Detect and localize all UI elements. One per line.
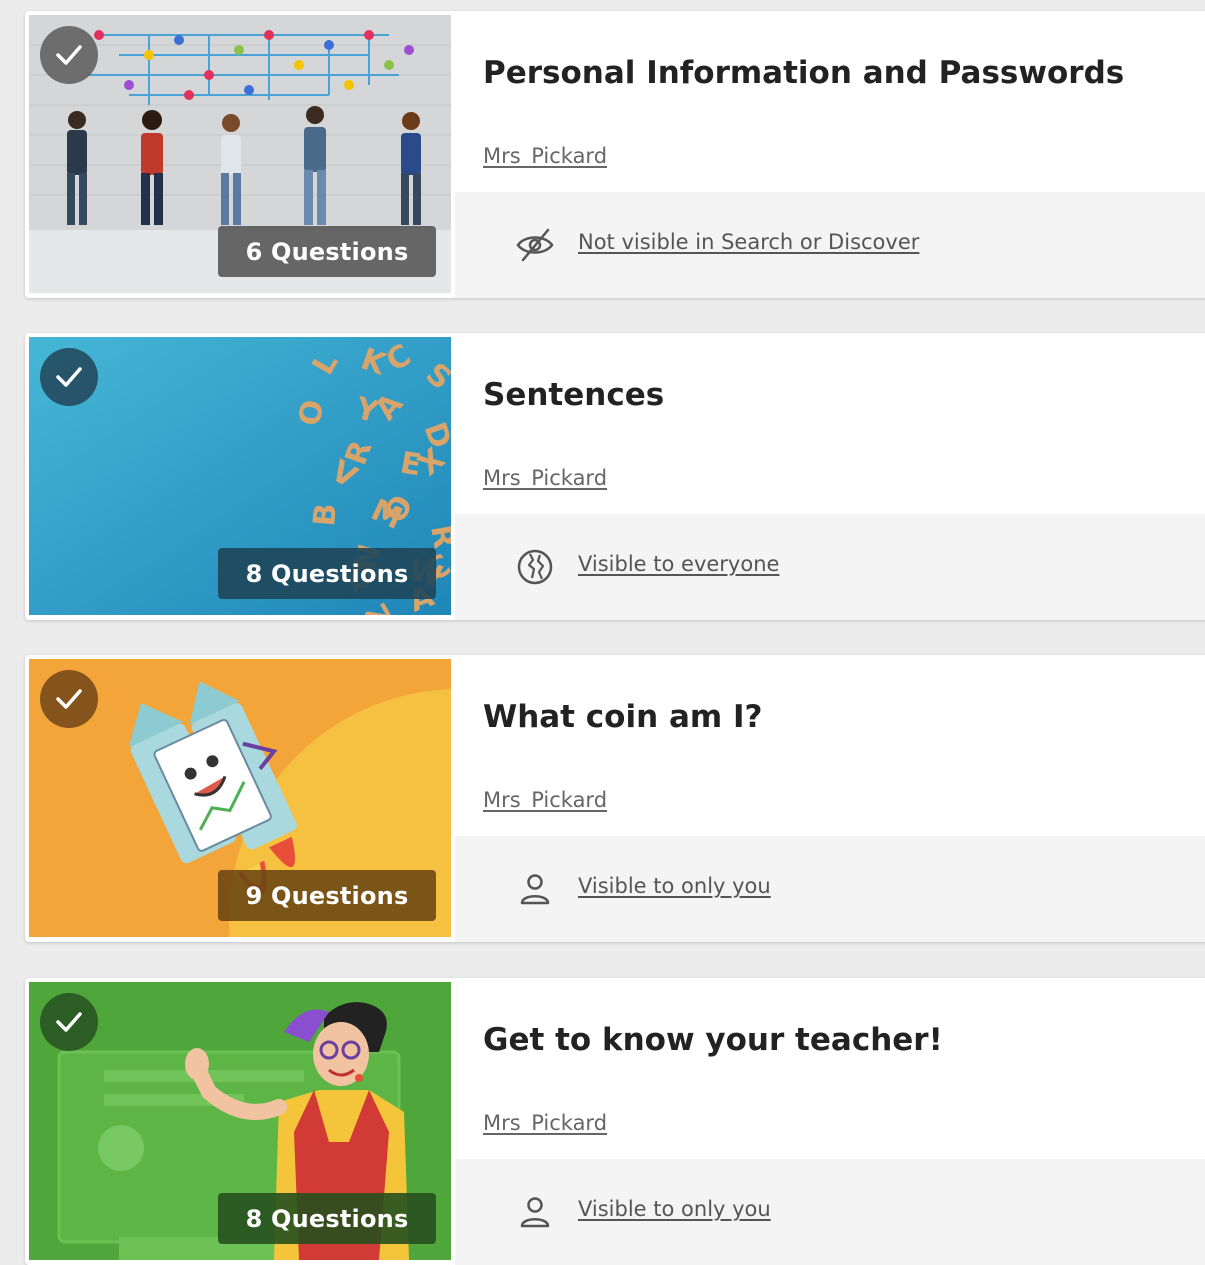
- selected-check-icon[interactable]: [40, 348, 98, 406]
- visibility-bar: Not visible in Search or Discover: [455, 192, 1205, 298]
- visibility-link[interactable]: Not visible in Search or Discover: [578, 230, 919, 254]
- globe-icon: [515, 547, 555, 587]
- visibility-link[interactable]: Visible to only you: [578, 874, 771, 898]
- svg-text:B: B: [307, 502, 344, 528]
- quiz-card[interactable]: 8 Questions Get to know your teacher! Mr…: [25, 978, 1205, 1265]
- quiz-title[interactable]: Sentences: [483, 377, 664, 413]
- eye-slash-icon: [515, 225, 555, 265]
- author-link[interactable]: Mrs_Pickard: [483, 144, 607, 168]
- quiz-thumbnail[interactable]: L K C S O Y A D V R E X B M O R Q N W C: [29, 337, 451, 615]
- quiz-card[interactable]: 9 Questions What coin am I? Mrs_Pickard …: [25, 655, 1205, 942]
- selected-check-icon[interactable]: [40, 993, 98, 1051]
- quiz-card[interactable]: L K C S O Y A D V R E X B M O R Q N W C: [25, 333, 1205, 620]
- quiz-title[interactable]: Get to know your teacher!: [483, 1022, 943, 1058]
- visibility-link[interactable]: Visible to everyone: [578, 552, 779, 576]
- visibility-bar: Visible to only you: [455, 836, 1205, 942]
- selected-check-icon[interactable]: [40, 26, 98, 84]
- person-icon: [515, 869, 555, 909]
- question-count-badge: 8 Questions: [218, 548, 436, 599]
- selected-check-icon[interactable]: [40, 670, 98, 728]
- quiz-card[interactable]: 6 Questions Personal Information and Pas…: [25, 11, 1205, 298]
- visibility-link[interactable]: Visible to only you: [578, 1197, 771, 1221]
- quiz-title[interactable]: Personal Information and Passwords: [483, 55, 1124, 91]
- author-link[interactable]: Mrs_Pickard: [483, 788, 607, 812]
- visibility-bar: Visible to everyone: [455, 514, 1205, 620]
- author-link[interactable]: Mrs_Pickard: [483, 1111, 607, 1135]
- quiz-thumbnail[interactable]: 6 Questions: [29, 15, 451, 293]
- visibility-bar: Visible to only you: [455, 1159, 1205, 1265]
- quiz-title[interactable]: What coin am I?: [483, 699, 762, 735]
- author-link[interactable]: Mrs_Pickard: [483, 466, 607, 490]
- quiz-thumbnail[interactable]: 8 Questions: [29, 982, 451, 1260]
- question-count-badge: 6 Questions: [218, 226, 436, 277]
- question-count-badge: 8 Questions: [218, 1193, 436, 1244]
- person-icon: [515, 1192, 555, 1232]
- quiz-thumbnail[interactable]: 9 Questions: [29, 659, 451, 937]
- question-count-badge: 9 Questions: [218, 870, 436, 921]
